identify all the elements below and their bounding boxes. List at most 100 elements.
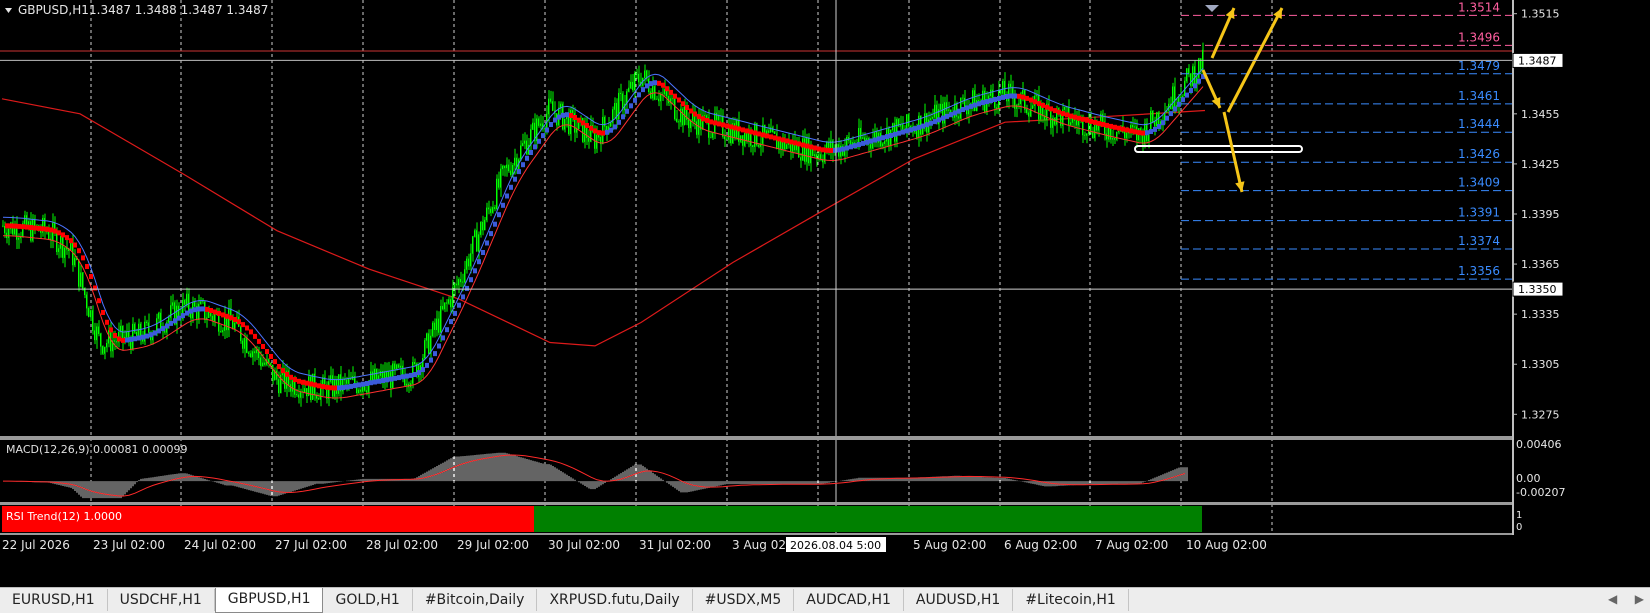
trend-step: [945, 113, 949, 119]
trend-step: [301, 379, 305, 385]
tab-litecoin-h1[interactable]: #Litecoin,H1: [1013, 589, 1129, 611]
price-chart[interactable]: 1.35141.34961.34791.34611.34441.34261.34…: [0, 0, 1650, 587]
candle: [488, 200, 490, 215]
trend-step: [417, 370, 421, 376]
trend-step: [17, 223, 21, 229]
tab-xrpusd-futu-daily[interactable]: XRPUSD.futu,Daily: [537, 589, 693, 611]
candle: [1078, 109, 1080, 135]
candle: [588, 129, 590, 149]
candle: [822, 154, 824, 169]
candle: [240, 325, 242, 344]
trend-step: [905, 128, 909, 134]
trend-step: [505, 193, 509, 199]
tab-gbpusd-h1[interactable]: GBPUSD,H1: [214, 588, 324, 613]
candle: [48, 224, 50, 240]
tab-eurusd-h1[interactable]: EURUSD,H1: [0, 589, 108, 611]
scroll-right-icon[interactable]: ▶: [1635, 592, 1644, 610]
trend-step: [989, 98, 993, 104]
trend-step: [865, 139, 869, 145]
candle: [620, 83, 622, 102]
candle: [392, 360, 394, 389]
trend-step: [1133, 129, 1137, 135]
trend-step: [861, 140, 865, 146]
candle: [646, 69, 648, 82]
trend-step: [993, 97, 997, 102]
tab-audusd-h1[interactable]: AUDUSD,H1: [904, 589, 1014, 611]
trend-step: [137, 335, 141, 341]
trend-step: [181, 313, 185, 319]
candle: [1184, 76, 1186, 97]
candle: [438, 311, 440, 336]
trend-step: [57, 230, 61, 236]
trend-step: [409, 372, 413, 378]
candle: [456, 275, 458, 289]
trend-step: [581, 120, 585, 126]
trend-step: [393, 375, 397, 381]
trend-step: [261, 344, 265, 349]
trend-step: [389, 376, 393, 382]
level-label: 1.3444: [1458, 117, 1500, 131]
candle: [548, 90, 550, 123]
candle: [202, 298, 204, 305]
candle: [766, 128, 768, 134]
candle: [792, 134, 794, 159]
tab-usdx-m5[interactable]: #USDX,M5: [693, 589, 795, 611]
candle: [886, 117, 888, 147]
trend-step: [497, 212, 501, 218]
candle: [86, 291, 88, 316]
candle: [394, 360, 396, 376]
tab-usdchf-h1[interactable]: USDCHF,H1: [108, 589, 215, 611]
candle: [884, 139, 886, 153]
trend-step: [1041, 102, 1045, 108]
candle: [248, 350, 250, 357]
trend-step: [901, 129, 905, 135]
trend-step: [33, 225, 37, 231]
trend-step: [369, 380, 373, 386]
trend-step: [813, 145, 817, 151]
trend-step: [677, 97, 681, 103]
candle: [550, 90, 552, 104]
tab-audcad-h1[interactable]: AUDCAD,H1: [794, 589, 904, 611]
trend-step: [433, 351, 437, 357]
trend-step: [869, 138, 873, 144]
candle: [254, 346, 256, 362]
tab-bitcoin-daily[interactable]: #Bitcoin,Daily: [413, 589, 538, 611]
symbol-tab-bar: EURUSD,H1 USDCHF,H1 GBPUSD,H1 GOLD,H1 #Bitco…: [0, 587, 1650, 613]
candle: [1084, 131, 1086, 140]
candle: [674, 97, 676, 121]
candle: [570, 106, 572, 141]
trend-step: [737, 126, 741, 132]
candle: [1024, 89, 1026, 114]
candle: [280, 367, 282, 394]
scroll-left-icon[interactable]: ◀: [1608, 592, 1617, 610]
candle: [1114, 137, 1116, 144]
trend-step: [1165, 115, 1169, 121]
candle: [434, 318, 436, 338]
trend-step: [333, 385, 337, 391]
trend-step: [457, 302, 461, 308]
candle: [648, 70, 650, 95]
candle: [712, 131, 714, 140]
trend-step: [681, 101, 685, 107]
candle: [510, 161, 512, 177]
trend-step: [653, 80, 657, 86]
trend-step: [117, 336, 121, 342]
tab-gold-h1[interactable]: GOLD,H1: [323, 589, 413, 611]
candle: [376, 368, 378, 382]
candle: [328, 375, 330, 407]
trend-step: [193, 307, 197, 313]
trend-step: [5, 223, 9, 229]
candle: [288, 366, 290, 393]
trend-step: [493, 221, 497, 227]
tab-scroll-controls[interactable]: ◀ ▶: [1608, 592, 1644, 610]
candle: [482, 215, 484, 236]
candle: [632, 74, 634, 93]
trend-step: [1197, 78, 1201, 84]
trend-step: [525, 155, 529, 161]
trend-step: [97, 298, 101, 304]
candle: [800, 152, 802, 168]
trend-step: [1057, 109, 1061, 115]
trend-step: [509, 184, 513, 190]
candle: [80, 264, 82, 288]
candle: [274, 367, 276, 381]
